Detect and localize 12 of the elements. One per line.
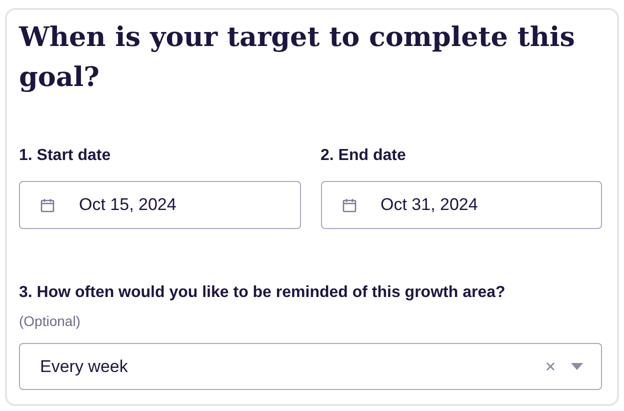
question-label: 3. How often would you like to be reminded of this growth area? bbox=[19, 283, 506, 303]
frequency-select[interactable]: Every week bbox=[19, 343, 602, 390]
question-title: When is your target to complete this goal? bbox=[19, 21, 576, 95]
date-field[interactable]: Oct 15, 2024 bbox=[19, 181, 300, 229]
calendar-icon bbox=[40, 198, 55, 212]
optional-hint: (Optional) bbox=[19, 312, 80, 330]
clear-icon[interactable] bbox=[546, 362, 555, 371]
calendar-icon bbox=[342, 198, 356, 212]
caret-icon[interactable] bbox=[571, 363, 583, 370]
field-label: 2. End date bbox=[320, 146, 407, 166]
field-label: 1. Start date bbox=[19, 146, 112, 166]
date-field[interactable]: Oct 31, 2024 bbox=[320, 181, 602, 229]
